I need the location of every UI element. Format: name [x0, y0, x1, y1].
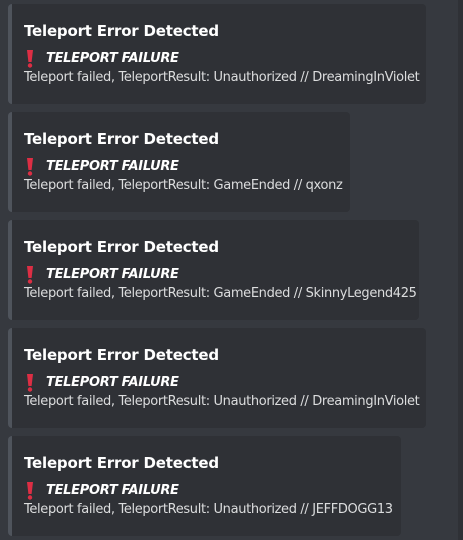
- error-embed: Teleport Error Detected TELEPORT FAILURE…: [8, 220, 419, 320]
- embed-field: TELEPORT FAILURE: [24, 49, 414, 68]
- scroll-edge: [458, 0, 463, 540]
- message-feed: Teleport Error Detected TELEPORT FAILURE…: [0, 0, 463, 540]
- embed-description: Teleport failed, TeleportResult: Unautho…: [24, 394, 420, 409]
- exclamation-icon: [24, 265, 36, 284]
- error-embed: Teleport Error Detected TELEPORT FAILURE…: [8, 328, 426, 428]
- embed-field: TELEPORT FAILURE: [24, 373, 414, 392]
- embed-description: Teleport failed, TeleportResult: GameEnd…: [24, 286, 417, 301]
- error-embed: Teleport Error Detected TELEPORT FAILURE…: [8, 436, 401, 536]
- exclamation-icon: [24, 157, 36, 176]
- field-name: TELEPORT FAILURE: [46, 51, 179, 66]
- embed-title: Teleport Error Detected: [24, 238, 219, 256]
- embed-description: Teleport failed, TeleportResult: GameEnd…: [24, 178, 343, 193]
- embed-title: Teleport Error Detected: [24, 22, 219, 40]
- embed-title: Teleport Error Detected: [24, 346, 219, 364]
- embed-description: Teleport failed, TeleportResult: Unautho…: [24, 502, 393, 517]
- field-name: TELEPORT FAILURE: [46, 375, 179, 390]
- embed-field: TELEPORT FAILURE: [24, 481, 389, 500]
- embed-title: Teleport Error Detected: [24, 454, 219, 472]
- embed-field: TELEPORT FAILURE: [24, 265, 407, 284]
- error-embed: Teleport Error Detected TELEPORT FAILURE…: [8, 4, 426, 104]
- exclamation-icon: [24, 49, 36, 68]
- exclamation-icon: [24, 373, 36, 392]
- error-embed: Teleport Error Detected TELEPORT FAILURE…: [8, 112, 350, 212]
- field-name: TELEPORT FAILURE: [46, 483, 179, 498]
- embed-description: Teleport failed, TeleportResult: Unautho…: [24, 70, 420, 85]
- embed-title: Teleport Error Detected: [24, 130, 219, 148]
- embed-field: TELEPORT FAILURE: [24, 157, 338, 176]
- field-name: TELEPORT FAILURE: [46, 159, 179, 174]
- exclamation-icon: [24, 481, 36, 500]
- field-name: TELEPORT FAILURE: [46, 267, 179, 282]
